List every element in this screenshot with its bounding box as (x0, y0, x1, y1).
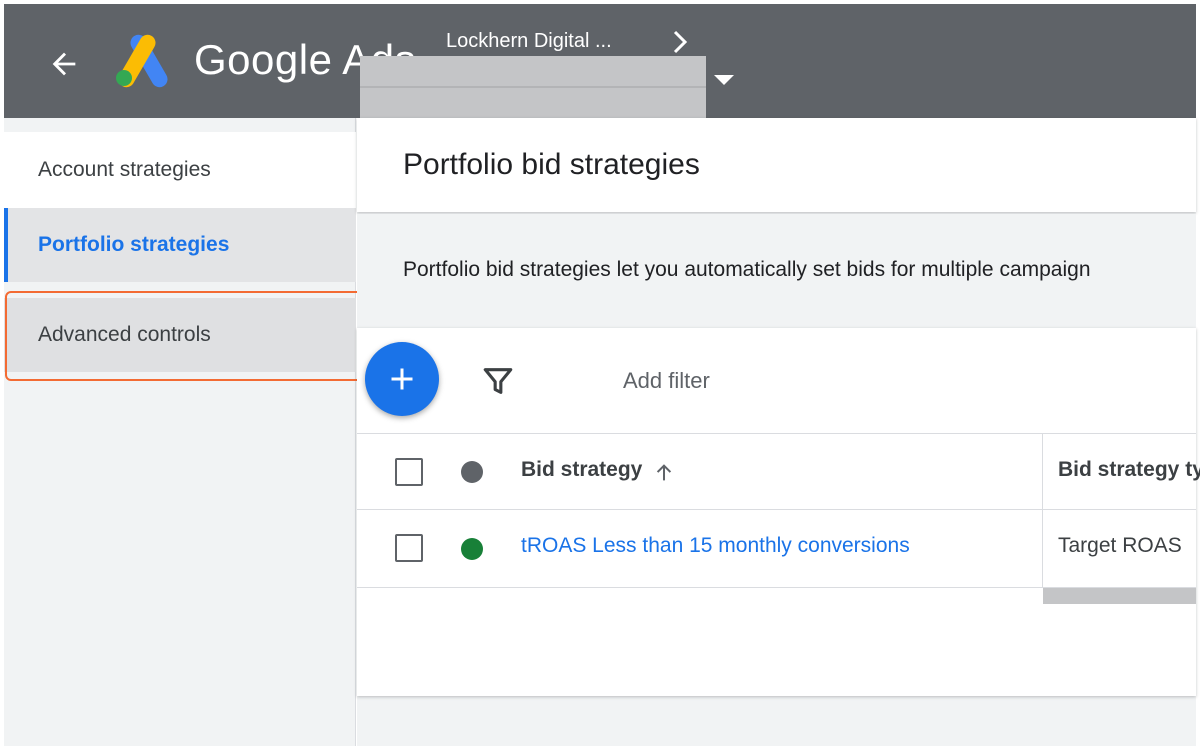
bid-strategy-link[interactable]: tROAS Less than 15 monthly conversions (521, 534, 910, 558)
status-header-icon (461, 461, 483, 483)
select-all-checkbox[interactable] (395, 458, 423, 486)
account-name[interactable]: Lockhern Digital ... (446, 30, 612, 53)
dropdown-caret-icon[interactable] (712, 72, 736, 88)
sidebar-item-label: Portfolio strategies (38, 233, 230, 256)
table-row: tROAS Less than 15 monthly conversions T… (357, 510, 1196, 588)
redacted-account-id (360, 56, 706, 118)
chevron-right-icon[interactable] (668, 28, 692, 56)
sidebar-item-label: Advanced controls (38, 323, 211, 346)
column-header-bid-strategy[interactable]: Bid strategy (521, 458, 642, 482)
page-description: Portfolio bid strategies let you automat… (403, 258, 1091, 281)
row-checkbox[interactable] (395, 534, 423, 562)
sidebar-item-label: Account strategies (38, 158, 211, 181)
column-divider (1042, 510, 1043, 587)
filter-icon[interactable] (481, 364, 515, 398)
plus-icon (391, 368, 413, 390)
title-bar: Portfolio bid strategies (357, 118, 1196, 212)
back-arrow-icon (52, 52, 76, 76)
sidebar-item-account-strategies[interactable]: Account strategies (4, 132, 356, 208)
add-strategy-button[interactable] (365, 342, 439, 416)
sidebar: Account strategies Portfolio strategies … (4, 118, 356, 746)
table-toolbar: Add filter (357, 328, 1196, 434)
google-ads-logo (116, 34, 168, 88)
bid-strategy-type-value: Target ROAS (1058, 534, 1182, 557)
table-header-row: Bid strategy Bid strategy ty (357, 434, 1200, 510)
back-button[interactable] (42, 42, 86, 86)
status-enabled-icon (461, 538, 483, 560)
arrow-up-icon[interactable] (653, 462, 675, 484)
horizontal-scrollbar[interactable] (1043, 588, 1196, 604)
add-filter-button[interactable]: Add filter (623, 368, 710, 394)
column-header-bid-strategy-type[interactable]: Bid strategy ty (1058, 458, 1200, 482)
app-header: Google Ads Lockhern Digital ... (4, 4, 1196, 118)
sidebar-item-portfolio-strategies[interactable]: Portfolio strategies (4, 208, 356, 282)
page-title: Portfolio bid strategies (403, 148, 700, 181)
column-divider (1042, 434, 1043, 509)
sidebar-item-advanced-controls[interactable]: Advanced controls (4, 298, 356, 372)
strategies-table-card: Add filter Bid strategy Bid strategy ty … (357, 328, 1200, 696)
main-content: Portfolio bid strategies Portfolio bid s… (357, 118, 1200, 746)
